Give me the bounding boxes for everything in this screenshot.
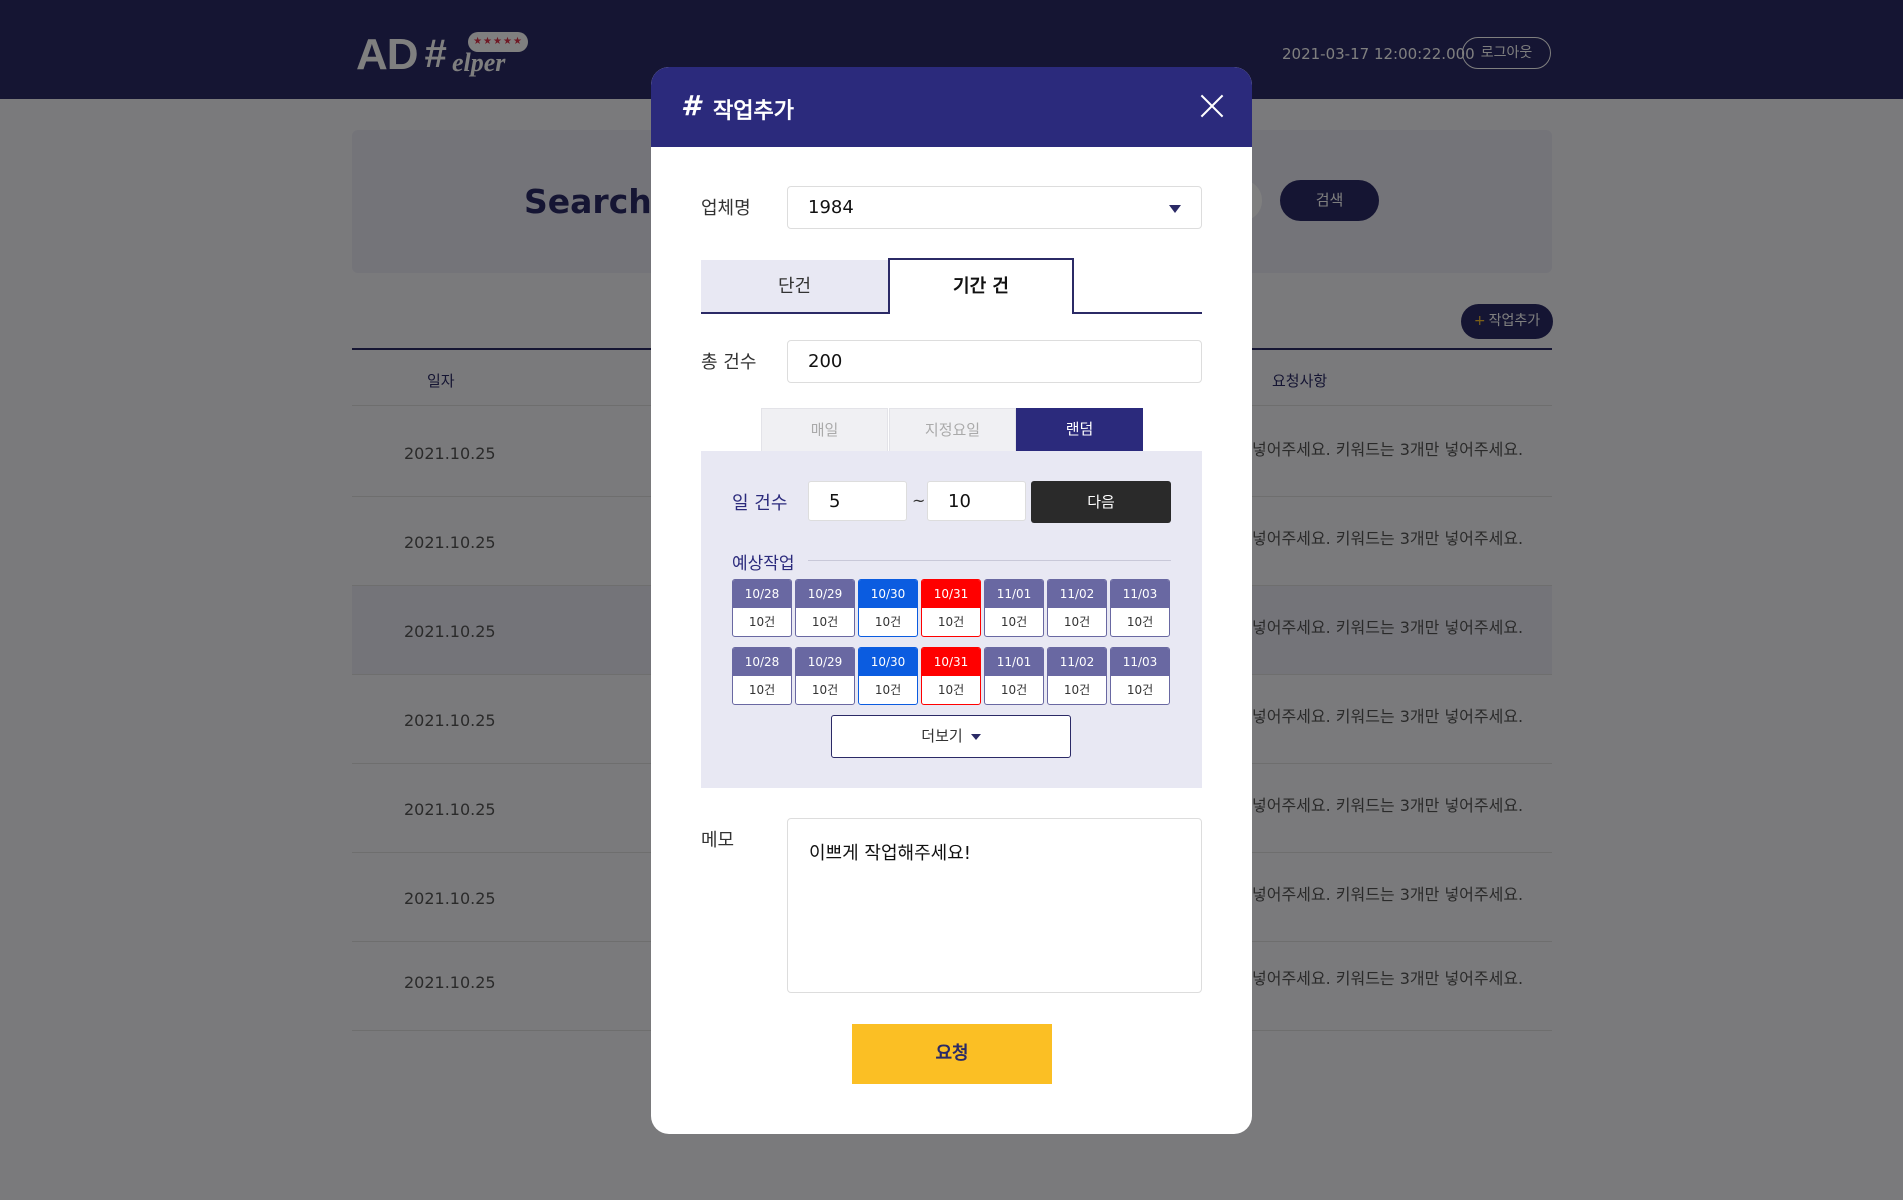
day-date: 10/29 [796,648,854,676]
total-count-value: 200 [808,351,843,372]
range-separator: ~ [912,491,926,510]
company-label: 업체명 [701,198,751,219]
day-count: 10건 [748,615,776,629]
daily-count-label: 일 건수 [732,493,788,514]
company-select[interactable]: 1984 [787,186,1202,229]
calendar-day[interactable]: 11/02 10건 [1047,647,1107,705]
calendar-day[interactable]: 11/03 10건 [1110,647,1170,705]
calendar-day[interactable]: 10/28 10건 [732,579,792,637]
day-count: 10건 [874,683,902,697]
calendar-day[interactable]: 11/01 10건 [984,579,1044,637]
day-count: 10건 [874,615,902,629]
day-count: 10건 [1063,683,1091,697]
day-count: 10건 [811,615,839,629]
calendar-day[interactable]: 10/31 10건 [921,647,981,705]
day-date: 11/03 [1111,648,1169,676]
calendar-day[interactable]: 10/29 10건 [795,579,855,637]
company-select-value: 1984 [808,197,854,218]
memo-textarea[interactable]: 이쁘게 작업해주세요! [787,818,1202,993]
day-date: 10/29 [796,580,854,608]
day-date: 11/02 [1048,648,1106,676]
tab-weekday[interactable]: 지정요일 [889,408,1016,451]
calendar-day[interactable]: 10/28 10건 [732,647,792,705]
chevron-down-icon [970,733,981,740]
day-date: 10/30 [859,648,917,676]
next-button[interactable]: 다음 [1031,481,1171,523]
day-count: 10건 [1000,615,1028,629]
day-count: 10건 [1063,615,1091,629]
tab-random[interactable]: 랜덤 [1016,408,1143,451]
day-count: 10건 [1126,683,1154,697]
submit-request-button[interactable]: 요청 [852,1024,1052,1084]
daily-min-value: 5 [829,491,841,512]
tab-daily[interactable]: 매일 [761,408,888,451]
day-count: 10건 [748,683,776,697]
daily-max-input[interactable]: 10 [927,481,1026,521]
schedule-tabs: 매일 지정요일 랜덤 [761,408,1143,451]
calendar-row: 10/28 10건 10/29 10건 10/30 10건 10/31 10건 11/0… [732,647,1172,705]
day-date: 11/02 [1048,580,1106,608]
day-date: 10/28 [733,580,791,608]
calendar-day[interactable]: 11/02 10건 [1047,579,1107,637]
daily-max-value: 10 [948,491,971,512]
day-date: 11/03 [1111,580,1169,608]
day-date: 10/31 [922,648,980,676]
tab-period[interactable]: 기간 건 [888,258,1074,314]
modal-header: # 작업추가 [651,67,1252,147]
calendar-day[interactable]: 10/29 10건 [795,647,855,705]
tab-single[interactable]: 단건 [701,260,888,314]
calendar-day[interactable]: 11/01 10건 [984,647,1044,705]
modal-title: 작업추가 [713,99,794,124]
calendar-day[interactable]: 10/31 10건 [921,579,981,637]
total-count-input[interactable]: 200 [787,340,1202,383]
day-date: 11/01 [985,580,1043,608]
random-schedule-panel: 일 건수 5 ~ 10 다음 예상작업 10/28 10건 10/29 10건 10… [701,451,1202,788]
day-count: 10건 [937,683,965,697]
section-divider [808,560,1171,561]
day-date: 11/01 [985,648,1043,676]
day-date: 10/31 [922,580,980,608]
calendar-day[interactable]: 11/03 10건 [1110,579,1170,637]
calendar-row: 10/28 10건 10/29 10건 10/30 10건 10/31 10건 11/0… [732,579,1172,637]
day-date: 10/28 [733,648,791,676]
calendar-day[interactable]: 10/30 10건 [858,647,918,705]
close-icon[interactable] [1199,93,1225,119]
daily-min-input[interactable]: 5 [808,481,907,521]
calendar-day[interactable]: 10/30 10건 [858,579,918,637]
more-label: 더보기 [921,727,963,745]
expected-work-label: 예상작업 [732,554,795,574]
day-count: 10건 [1000,683,1028,697]
day-count: 10건 [1126,615,1154,629]
total-count-label: 총 건수 [701,352,757,373]
day-count: 10건 [811,683,839,697]
memo-value: 이쁘게 작업해주세요! [809,843,971,864]
day-count: 10건 [937,615,965,629]
more-button[interactable]: 더보기 [831,715,1071,758]
task-type-tabs: 단건 기간 건 [701,258,1202,314]
day-date: 10/30 [859,580,917,608]
add-task-modal: # 작업추가 업체명 1984 단건 기간 건 총 건수 200 매일 지정요일… [651,67,1252,1134]
caret-down-icon [1169,205,1181,213]
memo-label: 메모 [701,830,735,851]
hash-icon: # [681,89,701,122]
